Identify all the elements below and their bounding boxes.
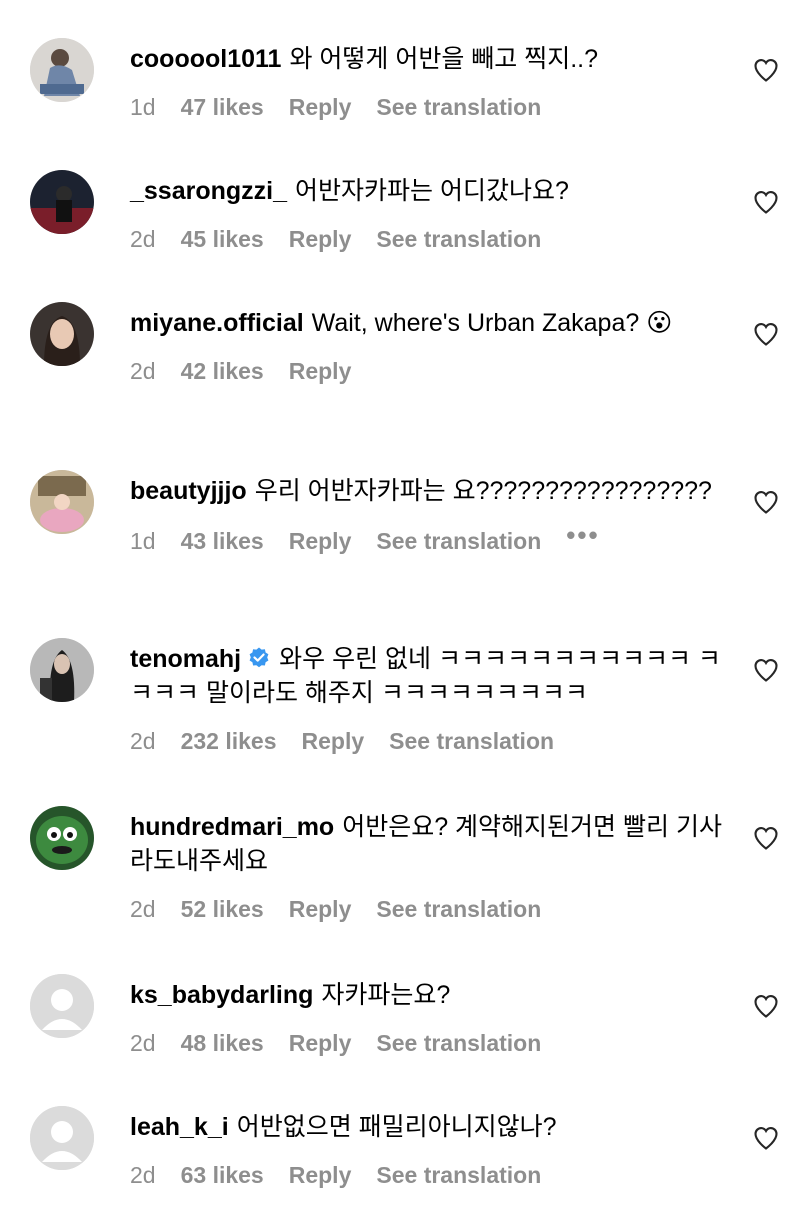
heart-icon[interactable] <box>752 824 780 852</box>
see-translation-button[interactable]: See translation <box>376 94 541 121</box>
comment-text: 우리 어반자카파는 요????????????????? <box>254 477 712 505</box>
heart-icon[interactable] <box>752 1124 780 1152</box>
likes-count[interactable]: 52 likes <box>181 896 264 923</box>
username[interactable]: tenomahj <box>130 645 241 673</box>
likes-count[interactable]: 63 likes <box>181 1162 264 1189</box>
see-translation-button[interactable]: See translation <box>376 528 541 555</box>
reply-button[interactable]: Reply <box>289 1162 352 1189</box>
comment-text: 자카파는요? <box>321 981 451 1009</box>
heart-icon[interactable] <box>752 656 780 684</box>
likes-count[interactable]: 43 likes <box>181 528 264 555</box>
timestamp: 1d <box>130 528 156 554</box>
timestamp: 2d <box>130 728 156 754</box>
likes-count[interactable]: 48 likes <box>181 1030 264 1057</box>
heart-icon[interactable] <box>752 56 780 84</box>
heart-icon[interactable] <box>752 992 780 1020</box>
see-translation-button[interactable]: See translation <box>376 896 541 923</box>
username[interactable]: ks_babydarling <box>130 981 313 1009</box>
see-translation-button[interactable]: See translation <box>376 226 541 253</box>
likes-count[interactable]: 232 likes <box>181 728 277 755</box>
heart-icon[interactable] <box>752 320 780 348</box>
avatar[interactable] <box>30 470 94 534</box>
verified-badge-icon <box>249 647 269 668</box>
timestamp: 2d <box>130 226 156 252</box>
see-translation-button[interactable]: See translation <box>376 1162 541 1189</box>
reply-button[interactable]: Reply <box>289 896 352 923</box>
comment-text: 어반자카파는 어디갔나요? <box>295 177 569 205</box>
timestamp: 2d <box>130 1030 156 1056</box>
timestamp: 2d <box>130 358 156 384</box>
avatar[interactable] <box>30 638 94 702</box>
avatar[interactable] <box>30 170 94 234</box>
more-options-icon[interactable]: ••• <box>566 520 599 551</box>
avatar[interactable] <box>30 806 94 870</box>
timestamp: 2d <box>130 896 156 922</box>
likes-count[interactable]: 42 likes <box>181 358 264 385</box>
reply-button[interactable]: Reply <box>302 728 365 755</box>
comment-text: 어반없으면 패밀리아니지않나? <box>236 1113 557 1141</box>
username[interactable]: beautyjjjo <box>130 477 247 505</box>
likes-count[interactable]: 45 likes <box>181 226 264 253</box>
username[interactable]: hundredmari_mo <box>130 813 334 841</box>
heart-icon[interactable] <box>752 188 780 216</box>
timestamp: 2d <box>130 1162 156 1188</box>
heart-icon[interactable] <box>752 488 780 516</box>
see-translation-button[interactable]: See translation <box>376 1030 541 1057</box>
username[interactable]: coooool1011 <box>130 45 281 73</box>
reply-button[interactable]: Reply <box>289 358 352 385</box>
likes-count[interactable]: 47 likes <box>181 94 264 121</box>
avatar[interactable] <box>30 38 94 102</box>
reply-button[interactable]: Reply <box>289 528 352 555</box>
reply-button[interactable]: Reply <box>289 1030 352 1057</box>
username[interactable]: miyane.official <box>130 309 304 337</box>
comment-text: 와 어떻게 어반을 빼고 찍지..? <box>289 45 599 73</box>
reply-button[interactable]: Reply <box>289 94 352 121</box>
avatar[interactable] <box>30 302 94 366</box>
reply-button[interactable]: Reply <box>289 226 352 253</box>
comment-text: Wait, where's Urban Zakapa? 😮 <box>311 309 673 337</box>
timestamp: 1d <box>130 94 156 120</box>
username[interactable]: _ssarongzzi_ <box>130 177 287 205</box>
username[interactable]: leah_k_i <box>130 1113 229 1141</box>
see-translation-button[interactable]: See translation <box>389 728 554 755</box>
avatar[interactable] <box>30 974 94 1038</box>
avatar[interactable] <box>30 1106 94 1170</box>
